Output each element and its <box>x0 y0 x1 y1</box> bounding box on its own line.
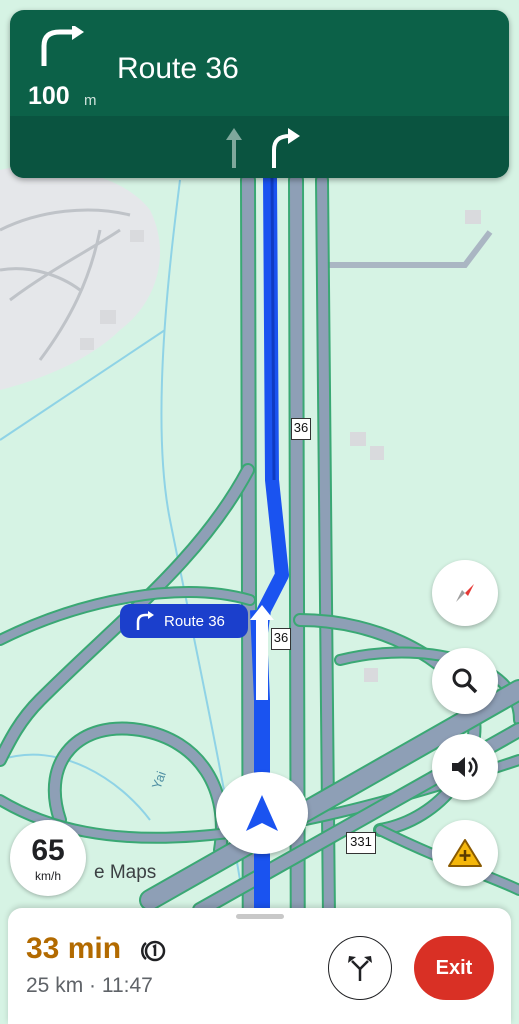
search-icon <box>452 668 478 694</box>
street-name: Route 36 <box>117 52 239 85</box>
location-puck[interactable] <box>216 772 308 854</box>
report-hazard-icon <box>448 839 482 867</box>
trip-duration: 33 min <box>26 932 122 965</box>
water-label: Yai <box>149 769 169 791</box>
search-button[interactable] <box>432 648 498 714</box>
navigation-banner[interactable]: 100 m Route 36 <box>10 10 509 178</box>
straight-arrow-icon <box>226 128 242 168</box>
speed-value: 65 <box>31 834 65 867</box>
trip-distance-arrival: 25 km · 11:47 <box>26 974 153 997</box>
route-shield: 36 <box>291 418 311 440</box>
exit-button[interactable]: Exit <box>414 936 494 1000</box>
route-shield: 331 <box>346 832 376 854</box>
route-callout[interactable]: Route 36 <box>120 604 248 638</box>
turn-right-icon <box>272 128 300 168</box>
maneuver-distance-unit: m <box>84 92 97 109</box>
urban-area <box>0 166 160 390</box>
volume-icon <box>452 757 478 777</box>
speed-unit: km/h <box>34 869 61 883</box>
route-shield: 36 <box>271 628 291 650</box>
lane-guidance <box>10 116 509 178</box>
trip-panel[interactable]: 33 min 25 km · 11:47 Exit <box>8 908 511 1024</box>
compass-icon <box>456 584 474 602</box>
compass-button[interactable] <box>432 560 498 626</box>
alternate-routes-button[interactable] <box>328 936 392 1000</box>
drag-handle[interactable] <box>236 914 284 919</box>
speed-indicator: 65 km/h <box>10 820 86 896</box>
alternate-routes-icon <box>348 956 372 981</box>
side-road <box>322 230 493 268</box>
maneuver-header: 100 m Route 36 <box>10 10 509 116</box>
navigation-arrow-icon <box>246 795 278 831</box>
callout-label: Route 36 <box>164 613 225 630</box>
map-attribution: e Maps <box>94 862 157 883</box>
report-button[interactable] <box>432 820 498 886</box>
turn-right-icon <box>136 611 154 630</box>
toll-icon <box>141 940 166 962</box>
maneuver-distance: 100 <box>28 82 70 110</box>
turn-right-icon <box>41 26 84 66</box>
volume-button[interactable] <box>432 734 498 800</box>
